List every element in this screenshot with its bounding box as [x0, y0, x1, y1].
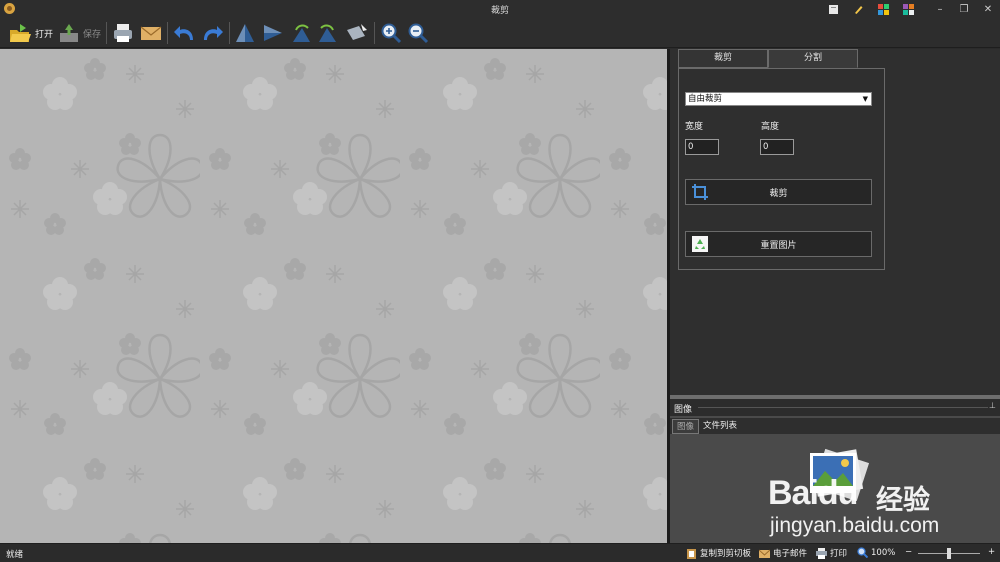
redo-icon [204, 26, 223, 40]
zoom-in-icon [381, 23, 402, 44]
zoom-in-small-button[interactable]: + [988, 547, 995, 557]
status-bar: 就绪 复制到剪切板 电子邮件 打印 100% − + [0, 543, 1000, 562]
rotate-left-button[interactable] [290, 21, 312, 45]
reset-image-button[interactable]: 重置图片 [685, 231, 872, 257]
watermark-brand: Baidu [768, 474, 858, 512]
rotate-right-button[interactable] [317, 21, 339, 45]
tab-crop[interactable]: 裁剪 [678, 49, 768, 68]
flip-vertical-icon [236, 24, 254, 42]
print-icon [816, 547, 827, 559]
watermark-url: jingyan.baidu.com [770, 514, 940, 537]
crop-mode-select[interactable]: 自由裁剪 ▼ [685, 92, 872, 106]
undo-icon [174, 26, 193, 40]
palette-icon[interactable] [903, 3, 914, 15]
zoom-out-button[interactable] [407, 21, 429, 45]
crop-panel: 裁剪 分割 自由裁剪 ▼ 宽度 高度 0 0 裁剪 重置图片 [670, 49, 1000, 395]
document-icon[interactable] [828, 4, 839, 15]
flip-vertical-button[interactable] [234, 21, 256, 45]
email-icon [140, 26, 162, 40]
save-button[interactable]: 保存 [58, 21, 101, 45]
crop-options-group: 自由裁剪 ▼ 宽度 高度 0 0 裁剪 重置图片 [678, 68, 885, 270]
crop-icon [692, 184, 708, 200]
rotate-free-button[interactable] [345, 21, 369, 45]
copy-to-clipboard-button[interactable]: 复制到剪切板 [686, 547, 751, 559]
minimize-button[interactable]: – [928, 4, 952, 15]
open-folder-icon [10, 24, 31, 42]
close-button[interactable]: ✕ [976, 4, 1000, 15]
tab-file-list[interactable]: 文件列表 [699, 419, 741, 434]
redo-button[interactable] [200, 21, 224, 45]
rotate-free-icon [347, 24, 367, 40]
zoom-slider-thumb[interactable] [947, 548, 951, 559]
restore-button[interactable]: ❐ [952, 4, 976, 15]
rotate-right-icon [319, 24, 336, 42]
dropdown-arrow-icon: ▼ [862, 95, 868, 103]
zoom-in-button[interactable] [380, 21, 402, 45]
status-print-button[interactable]: 打印 [816, 547, 847, 559]
print-icon [114, 24, 132, 42]
zoom-level: 100% [857, 547, 895, 558]
save-icon [60, 24, 78, 42]
floral-background-pattern [0, 49, 667, 543]
flip-horizontal-icon [264, 25, 282, 41]
clipboard-icon [687, 548, 696, 559]
height-label: 高度 [761, 122, 780, 132]
open-button[interactable]: 打开 [8, 21, 53, 45]
toolbar: 打开 保存 [0, 18, 1000, 48]
zoom-slider[interactable] [918, 548, 980, 559]
undo-button[interactable] [173, 21, 197, 45]
theme-icon[interactable] [878, 3, 889, 15]
recycle-icon [692, 236, 708, 252]
title-bar: 裁剪 – ❐ ✕ [0, 0, 1000, 18]
zoom-out-small-button[interactable]: − [905, 547, 912, 557]
image-canvas[interactable] [0, 49, 667, 543]
tab-image[interactable]: 图像 [672, 418, 700, 434]
status-ready: 就绪 [6, 550, 24, 560]
width-input[interactable]: 0 [685, 139, 719, 155]
zoom-out-icon [408, 23, 429, 44]
email-button[interactable] [140, 21, 162, 45]
width-label: 宽度 [685, 122, 704, 132]
status-email-button[interactable]: 电子邮件 [759, 547, 807, 559]
pencil-icon[interactable] [853, 4, 864, 15]
watermark-brand-cn: 经验 [876, 485, 930, 516]
crop-button[interactable]: 裁剪 [685, 179, 872, 205]
flip-horizontal-button[interactable] [262, 21, 284, 45]
email-icon [759, 549, 770, 558]
rotate-left-icon [293, 24, 310, 42]
height-input[interactable]: 0 [760, 139, 794, 155]
pin-icon[interactable]: ⊥ [989, 401, 996, 410]
magnifier-icon [857, 547, 868, 558]
print-button[interactable] [112, 21, 134, 45]
image-pane-title: 图像 [674, 405, 693, 415]
tab-split[interactable]: 分割 [768, 49, 858, 68]
